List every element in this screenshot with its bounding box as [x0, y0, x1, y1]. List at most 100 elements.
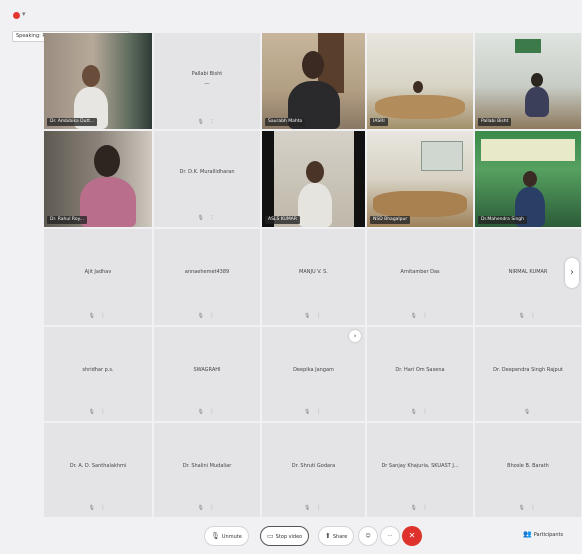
video-tile[interactable]: Pallabi Bisht [475, 33, 581, 129]
participant-head [531, 73, 543, 87]
event-banner [481, 139, 575, 161]
mic-muted-icon: 🎙 ⋮ [197, 409, 217, 415]
video-tile[interactable]: Dr. Ambibika Dutt... [44, 33, 152, 129]
mic-muted-icon: 🎙 ⋮ [304, 313, 323, 319]
participant-tile[interactable]: SWAGRAHI 🎙 ⋮ [154, 327, 260, 421]
video-tile[interactable]: Dr.Mahendra Singh [475, 131, 581, 227]
participant-tile[interactable]: Dr. Shalini Mudaliar 🎙 ⋮ [154, 423, 260, 517]
participant-name: Pallabi Bisht [191, 71, 223, 77]
mic-muted-icon: 🎙 ⋮ [518, 313, 538, 319]
video-tile[interactable]: Saurabh Mahto [262, 33, 365, 129]
more-options-button[interactable]: ··· [380, 526, 400, 546]
participant-name: Dr. Shruti Godara [291, 463, 336, 469]
participant-tile[interactable]: shridhar p.s. 🎙 ⋮ [44, 327, 152, 421]
participant-tile[interactable]: MANJU V. S. 🎙 ⋮ [262, 229, 365, 325]
banner [515, 39, 541, 53]
stop-video-button[interactable]: ▭ Stop video [260, 526, 310, 546]
participant-head [302, 51, 324, 79]
participant-tile[interactable]: Dr Sanjay Khajuria, SKUAST J... 🎙 ⋮ [367, 423, 473, 517]
participant-name: SWAGRAHI [193, 367, 221, 373]
mic-muted-icon: 🎙 [523, 409, 533, 415]
mic-muted-icon: 🎙 ⋮ [88, 409, 108, 415]
video-tile[interactable]: IASRI [367, 33, 473, 129]
participant-head [523, 171, 537, 187]
mic-muted-icon: 🎙 ⋮ [197, 119, 217, 125]
conference-table [375, 95, 465, 119]
participant-body [80, 177, 136, 227]
stop-video-label: Stop video [275, 534, 303, 540]
conference-table [373, 191, 467, 217]
mic-muted-icon: 🎙 ⋮ [197, 215, 217, 221]
video-name-label: Saurabh Mahto [265, 118, 306, 126]
reactions-button[interactable]: ☺ [358, 526, 378, 546]
mic-muted-icon: 🎙 ⋮ [197, 505, 217, 511]
participant-name: Arnitamber Das [400, 269, 440, 275]
participant-tile[interactable]: Pallabi Bisht — 🎙 ⋮ [154, 33, 260, 129]
leave-button[interactable]: ✕ [402, 526, 422, 546]
participant-subtext: — [204, 81, 210, 87]
participant-body [298, 183, 332, 227]
video-name-label: NSD Bhagalpur [370, 216, 411, 224]
participant-name: Dr. Hari Om Saxena [395, 367, 445, 373]
participant-head [82, 65, 100, 87]
participant-name: Ajit Jadhav [84, 269, 112, 275]
participant-tile[interactable]: Arnitamber Das 🎙 ⋮ [367, 229, 473, 325]
participants-button[interactable]: 👥 Participants [523, 526, 563, 542]
participant-tile[interactable]: Bhosle B. Barath 🎙 ⋮ [475, 423, 581, 517]
meeting-toolbar: 🎙 Unmute ▭ Stop video ⬆ Share ☺ ··· ✕ [204, 523, 422, 549]
mic-muted-icon: 🎙 ⋮ [410, 313, 430, 319]
participant-tile[interactable]: Dr. Deependra Singh Rajput 🎙 [475, 327, 581, 421]
video-name-label: IASRI [370, 118, 388, 126]
participant-grid: Dr. Ambibika Dutt... Pallabi Bisht — 🎙 ⋮… [44, 33, 581, 517]
participant-body [525, 87, 549, 117]
participant-name: Bhosle B. Barath [507, 463, 549, 469]
unmute-label: Unmute [221, 534, 242, 540]
participants-label: Participants [533, 532, 564, 538]
share-screen-icon: ⬆ [325, 532, 331, 540]
participant-tile[interactable]: Deepika Jangam 🎙 ⋮ [262, 327, 365, 421]
mic-muted-icon: 🎙 ⋮ [88, 505, 108, 511]
share-label: Share [332, 534, 348, 540]
smiley-icon: ☺ [365, 533, 371, 539]
participant-name: Dr. Shalini Mudaliar [182, 463, 232, 469]
mic-muted-icon: 🎙 ⋮ [410, 409, 430, 415]
mic-muted-icon: 🎙 ⋮ [410, 505, 430, 511]
video-name-label: Dr. Rahul Roy... [47, 216, 87, 224]
mic-muted-icon: 🎙 ⋮ [88, 313, 108, 319]
participant-head [306, 161, 324, 183]
mic-muted-icon: 🎙 ⋮ [304, 505, 323, 511]
more-icon: ··· [387, 533, 393, 539]
unmute-button[interactable]: 🎙 Unmute [204, 526, 249, 546]
people-icon: 👥 [523, 530, 532, 538]
participant-name: Dr. D.K. Murallidharan [179, 169, 235, 175]
video-name-label: Dr.Mahendra Singh [478, 216, 528, 224]
participant-tile[interactable]: Ajit Jadhav 🎙 ⋮ [44, 229, 152, 325]
share-button[interactable]: ⬆ Share [318, 526, 355, 546]
mic-muted-icon: 🎙 ⋮ [518, 505, 538, 511]
participant-name: annaehemet4389 [184, 269, 230, 275]
participant-head [413, 81, 423, 93]
chevron-right-icon[interactable]: › [349, 330, 361, 342]
next-page-button[interactable]: › [565, 258, 579, 288]
top-bar: ▾ [0, 0, 582, 30]
participant-name: Dr. Deependra Singh Rajput [493, 367, 563, 373]
participant-tile[interactable]: annaehemet4389 🎙 ⋮ [154, 229, 260, 325]
video-tile[interactable]: Dr. Rahul Roy... [44, 131, 152, 227]
participant-tile[interactable]: Dr. Shruti Godara 🎙 ⋮ [262, 423, 365, 517]
participant-name: Dr Sanjay Khajuria, SKUAST J... [381, 463, 459, 469]
mic-off-icon: 🎙 [211, 532, 220, 540]
video-name-label: Pallabi Bisht [478, 118, 512, 126]
participant-tile[interactable]: Dr. Hari Om Saxena 🎙 ⋮ [367, 327, 473, 421]
participant-tile[interactable]: Dr. D.K. Murallidharan 🎙 ⋮ [154, 131, 260, 227]
close-icon: ✕ [408, 531, 416, 540]
app-logo-icon[interactable] [13, 12, 20, 19]
chevron-down-icon[interactable]: ▾ [22, 10, 26, 18]
participant-name: shridhar p.s. [82, 367, 114, 373]
video-name-label: Dr. Ambibika Dutt... [47, 118, 98, 126]
participant-tile[interactable]: Dr. A. D. Santhalakhmi 🎙 ⋮ [44, 423, 152, 517]
participant-name: MANJU V. S. [299, 269, 328, 275]
mic-muted-icon: 🎙 ⋮ [304, 409, 323, 415]
video-tile[interactable]: NSD Bhagalpur [367, 131, 473, 227]
video-tile[interactable]: ASLS KUMAR [262, 131, 365, 227]
video-name-label: ASLS KUMAR [265, 216, 300, 224]
